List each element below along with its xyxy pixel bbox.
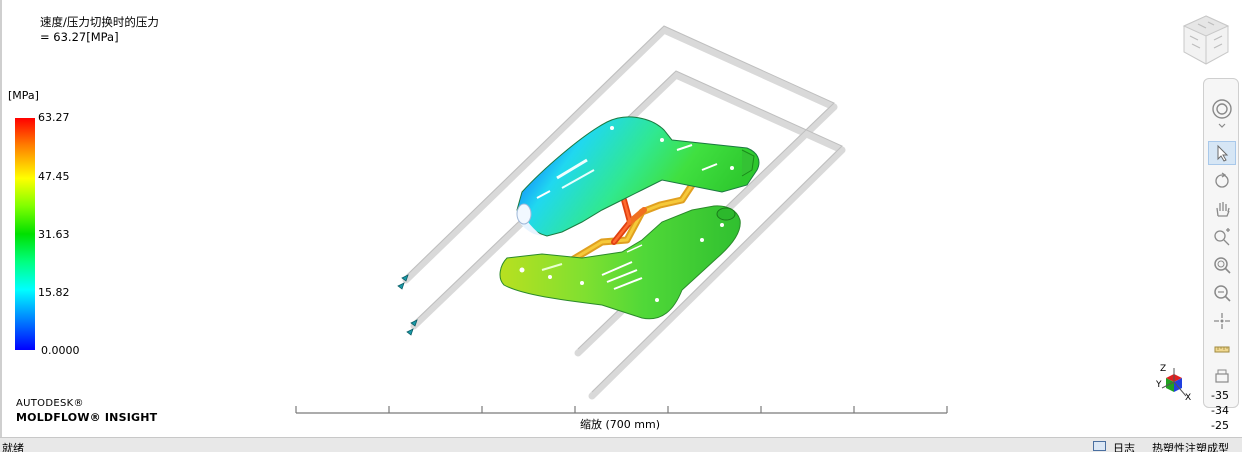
legend-tick: 31.63 (38, 228, 70, 241)
scale-label: 缩放 (700 mm) (580, 418, 661, 431)
print-icon[interactable] (1208, 365, 1236, 389)
measure-icon[interactable] (1208, 337, 1236, 361)
model-viewport[interactable]: 速度/压力切换时的压力 = 63.27[MPa] [MPa] 63.27 47.… (0, 0, 1242, 437)
status-ready: 就绪 (2, 442, 24, 452)
status-log[interactable]: 日志 (1113, 440, 1135, 452)
log-icon[interactable] (1093, 441, 1106, 451)
viewcube-icon[interactable] (1178, 12, 1234, 68)
legend-unit: [MPa] (8, 89, 39, 102)
zoom-dynamic-icon[interactable] (1208, 225, 1236, 249)
model-scene (295, 25, 948, 414)
select-arrow-icon[interactable] (1208, 141, 1236, 165)
scale-ruler (295, 406, 948, 414)
result-max-value: = 63.27[MPa] (40, 30, 119, 44)
result-title: 速度/压力切换时的压力 (40, 15, 159, 29)
legend-tick: 47.45 (38, 170, 70, 183)
brand-logo-line2: MOLDFLOW® INSIGHT (16, 411, 158, 424)
rotate-icon[interactable] (1208, 169, 1236, 193)
chevron-down-icon[interactable] (1208, 121, 1236, 131)
navigation-toolbar (1203, 78, 1239, 408)
pan-hand-icon[interactable] (1208, 197, 1236, 221)
brand-logo-line1: AUTODESK® (16, 398, 84, 409)
steering-wheel-icon[interactable] (1208, 97, 1236, 121)
legend-tick: 63.27 (38, 111, 70, 124)
legend-tick: 0.0000 (41, 344, 80, 357)
axis-readout-value: -35 (1211, 389, 1229, 402)
legend-tick: 15.82 (38, 286, 70, 299)
axis-label-y: Y (1156, 380, 1162, 390)
zoom-window-icon[interactable] (1208, 253, 1236, 277)
axis-readout: -35 -34 -25 (1211, 388, 1229, 433)
center-icon[interactable] (1208, 309, 1236, 333)
moldflow-window: 速度/压力切换时的压力 = 63.27[MPa] [MPa] 63.27 47.… (0, 0, 1242, 452)
status-bar: 就绪 日志 热塑性注塑成型 (0, 437, 1242, 452)
status-analysis-type: 热塑性注塑成型 (1152, 442, 1229, 452)
color-legend-bar (15, 118, 35, 350)
axis-label-z: Z (1160, 364, 1167, 374)
axis-label-x: X (1185, 393, 1192, 403)
zoom-all-icon[interactable] (1208, 281, 1236, 305)
axis-readout-value: -25 (1211, 419, 1229, 432)
axis-readout-value: -34 (1211, 404, 1229, 417)
